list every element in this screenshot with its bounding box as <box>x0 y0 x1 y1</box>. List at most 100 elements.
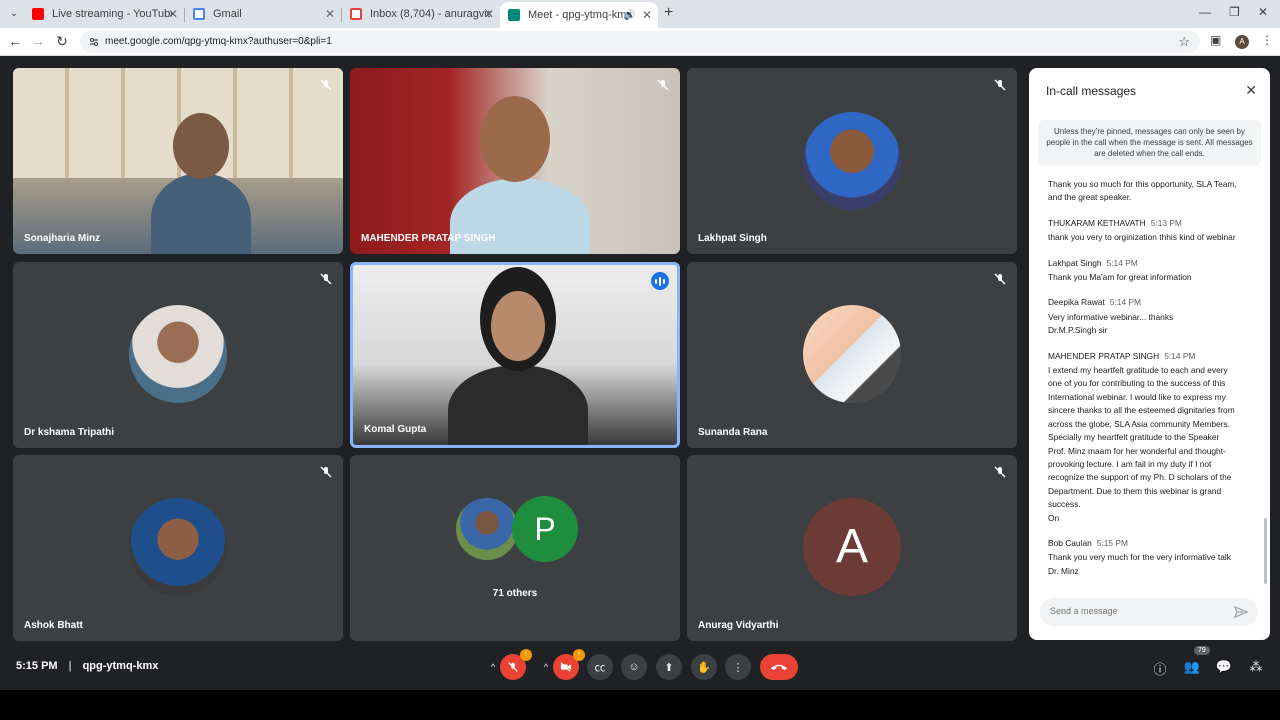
message-text: Dr.M.P.Singh sir <box>1048 325 1108 336</box>
message-text: across the globe, SLA Asia community Mem… <box>1048 418 1231 429</box>
close-window-icon[interactable]: ✕ <box>1258 5 1268 19</box>
message-text: and the great speaker. <box>1048 192 1132 203</box>
chat-icon[interactable]: 💬 <box>1215 659 1233 677</box>
participant-tile[interactable]: MAHENDER PRATAP SINGH <box>350 68 680 254</box>
captions-button[interactable]: ㏄ <box>587 654 613 680</box>
message-text: Very informative webinar... thanks <box>1048 311 1174 322</box>
tab-search-icon[interactable]: ⌄ <box>6 6 22 22</box>
avatar <box>454 496 520 562</box>
people-count-badge: 79 <box>1194 646 1210 655</box>
avatar-letter-a: A <box>803 498 901 596</box>
tab-inbox[interactable]: Inbox (8,704) - anuragvidyarthi... ✕ <box>342 3 500 25</box>
tab-youtube-studio[interactable]: Live streaming - YouTube Studio ✕ <box>24 3 184 25</box>
participant-tile[interactable]: Sonajharia Minz <box>13 68 343 254</box>
camera-warning-badge: ! <box>573 649 585 661</box>
hand-icon: ✋ <box>697 661 711 674</box>
bookmark-star-icon[interactable]: ☆ <box>1178 34 1190 50</box>
gmail-icon <box>350 8 362 20</box>
participant-name: Sonajharia Minz <box>24 233 101 244</box>
participant-tile[interactable]: Lakhpat Singh <box>687 68 1017 254</box>
close-tab-icon[interactable]: ✕ <box>325 7 335 21</box>
message-header: Bob Caulan 5:15 PM <box>1048 537 1258 550</box>
close-tab-icon[interactable]: ✕ <box>168 7 178 21</box>
message-sender: Deepika Rawat <box>1048 297 1105 308</box>
present-screen-button[interactable]: ⬆ <box>656 654 682 680</box>
scrollbar[interactable] <box>1264 518 1267 584</box>
chat-notice: Unless they're pinned, messages can only… <box>1038 120 1261 166</box>
meet-icon <box>508 9 520 21</box>
site-info-icon[interactable] <box>88 36 100 48</box>
reload-icon[interactable]: ↻ <box>53 33 71 50</box>
meeting-code: qpg-ytmq-kmx <box>82 660 159 672</box>
mic-off-icon <box>320 466 332 478</box>
message-sender: MAHENDER PRATAP SINGH <box>1048 350 1160 361</box>
message-sender: Lakhpat Singh <box>1048 257 1102 268</box>
message-header: Deepika Rawat 5:14 PM <box>1048 296 1258 309</box>
participant-name: Lakhpat Singh <box>698 233 767 244</box>
chat-message: Bob Caulan 5:15 PM Thank you very much for… <box>1048 537 1258 578</box>
participant-tile[interactable]: A Anurag Vidyarthi <box>687 455 1017 641</box>
participant-tile[interactable]: Sunanda Rana <box>687 262 1017 448</box>
leave-call-button[interactable] <box>760 654 798 680</box>
side-panel-icon[interactable]: ▣ <box>1210 33 1221 47</box>
camera-toggle-button[interactable]: ! <box>553 649 585 680</box>
message-header: MAHENDER PRATAP SINGH 5:14 PM <box>1048 350 1258 363</box>
menu-icon[interactable]: ⋮ <box>1261 33 1273 47</box>
more-vert-icon: ⋮ <box>732 661 744 674</box>
profile-avatar[interactable]: A <box>1235 35 1249 49</box>
activities-icon[interactable]: ⁂ <box>1247 659 1265 677</box>
message-text: one of you for contributing to the succe… <box>1048 378 1226 389</box>
close-tab-icon[interactable]: ✕ <box>484 7 494 21</box>
address-bar[interactable]: meet.google.com/qpg-ytmq-kmx?authuser=0&… <box>80 31 1200 53</box>
meeting-info: 5:15 PM | qpg-ytmq-kmx <box>16 660 158 672</box>
people-icon[interactable]: 👥 <box>1183 659 1201 677</box>
others-tile[interactable]: P 71 others <box>350 455 680 641</box>
message-time: 5:14 PM <box>1109 297 1141 308</box>
participant-tile[interactable]: Dr kshama Tripathi <box>13 262 343 448</box>
new-tab-button[interactable]: + <box>664 4 673 22</box>
close-icon[interactable]: ✕ <box>1245 82 1257 99</box>
message-text: provoking lecture. I am fail in my duty … <box>1048 458 1212 469</box>
meeting-separator: | <box>68 660 72 672</box>
tab-gmail[interactable]: Gmail ✕ <box>185 3 341 25</box>
raise-hand-button[interactable]: ✋ <box>691 654 717 680</box>
url-text: meet.google.com/qpg-ytmq-kmx?authuser=0&… <box>105 36 332 47</box>
restore-icon[interactable]: ❐ <box>1229 5 1240 19</box>
audio-playing-icon[interactable]: 🔊 <box>624 10 636 21</box>
participant-tile[interactable]: Ashok Bhatt <box>13 455 343 641</box>
close-tab-icon[interactable]: ✕ <box>642 8 652 22</box>
microphone-toggle-button[interactable]: ! <box>500 649 532 680</box>
in-call-messages-panel: In-call messages ✕ Unless they're pinned… <box>1029 68 1270 640</box>
message-input[interactable] <box>1050 606 1220 616</box>
chat-message: Thank you so much for this opportunity, … <box>1048 178 1258 205</box>
message-sender: THUKARAM KETHAVATH <box>1048 217 1146 228</box>
message-text: Prof. Minz maam for her wonderful and th… <box>1048 445 1226 456</box>
mic-off-icon <box>320 79 332 91</box>
participant-name: Anurag Vidyarthi <box>698 620 779 631</box>
send-icon[interactable] <box>1234 605 1248 619</box>
minimize-icon[interactable]: — <box>1199 5 1211 19</box>
mic-off-icon <box>994 79 1006 91</box>
message-compose <box>1040 598 1258 626</box>
others-count-label: 71 others <box>492 588 538 599</box>
back-icon[interactable]: ← <box>6 33 24 49</box>
message-time: 5:15 PM <box>1096 537 1128 548</box>
avatar <box>803 112 901 210</box>
participant-name: Sunanda Rana <box>698 427 768 438</box>
message-text: Thank you Ma'am for great information <box>1048 272 1192 283</box>
participant-tile-active-speaker[interactable]: Komal Gupta <box>350 262 680 448</box>
mic-off-icon <box>320 273 332 285</box>
message-text: Specially my heartfelt gratitude to the … <box>1048 432 1220 443</box>
mic-off-icon <box>994 273 1006 285</box>
speaking-indicator-icon <box>651 272 669 290</box>
forward-icon[interactable]: → <box>29 33 47 49</box>
more-options-button[interactable]: ⋮ <box>725 654 751 680</box>
avatar-letter-p: P <box>512 496 578 562</box>
tab-meet[interactable]: Meet - qpg-ytmq-kmx 🔊 ✕ <box>500 2 658 28</box>
meeting-details-icon[interactable]: ⓘ <box>1151 659 1169 677</box>
message-time: 5:14 PM <box>1164 350 1196 361</box>
message-sender: Bob Caulan <box>1048 537 1092 548</box>
reactions-button[interactable]: ☺ <box>621 654 647 680</box>
browser-tab-bar: ⌄ Live streaming - YouTube Studio ✕ Gmai… <box>0 0 1280 28</box>
message-text: Dr. Minz <box>1048 565 1079 576</box>
